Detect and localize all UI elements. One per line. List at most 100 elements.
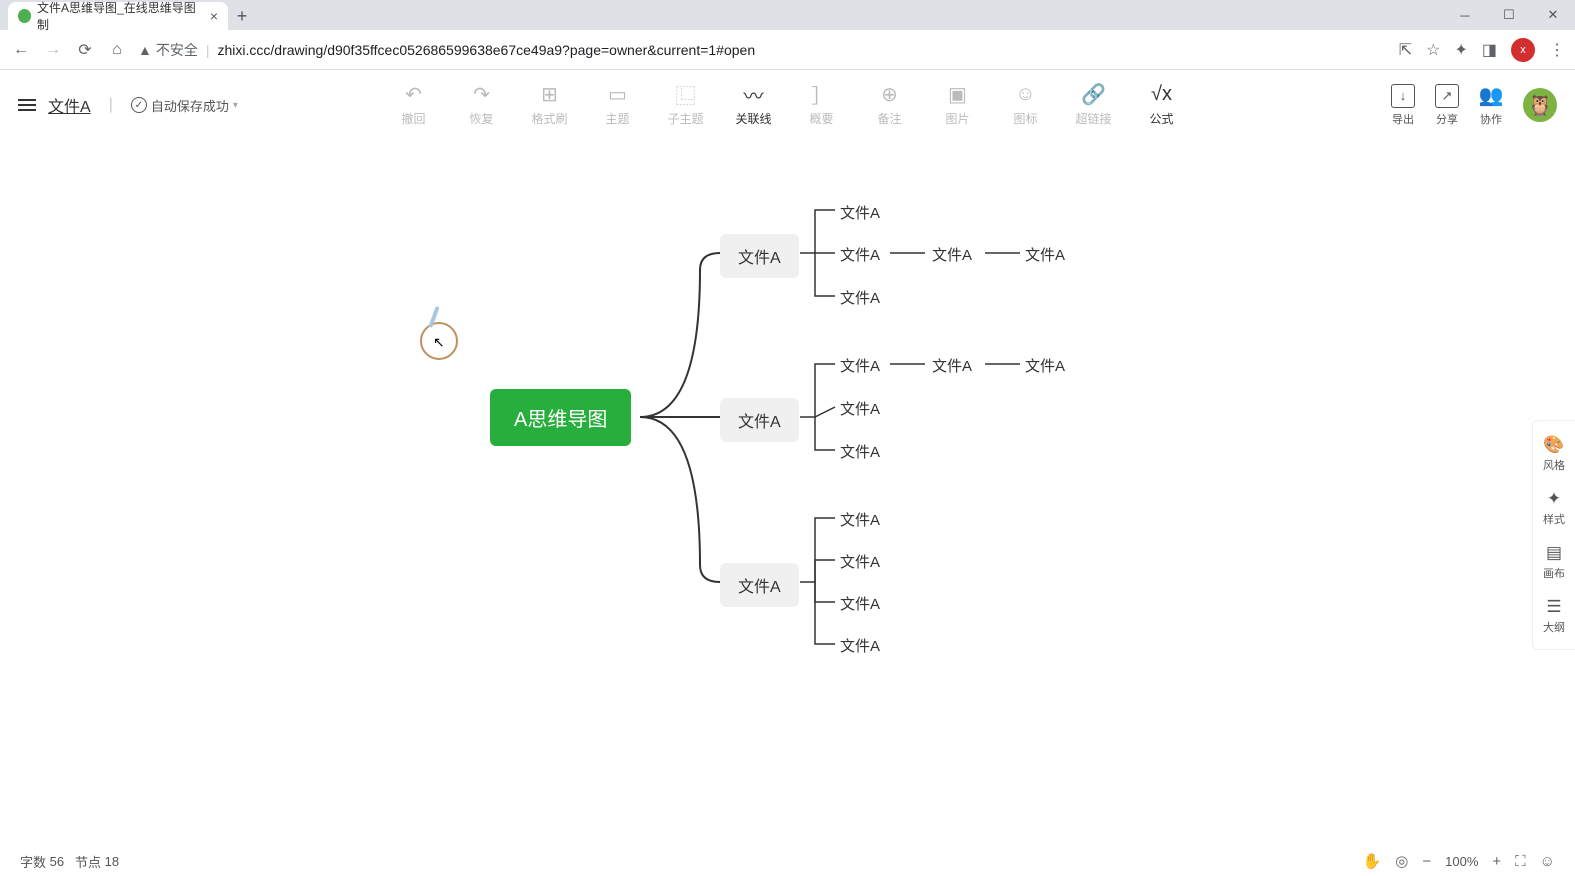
file-name[interactable]: 文件A: [48, 93, 91, 117]
sparkle-icon: ✦: [1547, 489, 1561, 509]
topic-icon: ▭: [608, 84, 627, 106]
user-avatar[interactable]: 🦉: [1523, 88, 1557, 122]
bookmark-icon[interactable]: ☆: [1426, 40, 1440, 60]
pointer-icon: ↖: [433, 334, 445, 351]
security-warning: ▲ 不安全: [138, 40, 198, 60]
palette-icon: 🎨: [1543, 435, 1564, 455]
summary-button[interactable]: ］概要: [800, 84, 844, 127]
outline-panel-button[interactable]: ☰大纲: [1533, 589, 1575, 643]
forward-button[interactable]: →: [42, 39, 64, 61]
close-tab-icon[interactable]: ×: [210, 8, 218, 24]
zoom-in-button[interactable]: +: [1492, 853, 1501, 870]
redo-button[interactable]: ↷恢复: [460, 84, 504, 127]
child-node[interactable]: 文件A: [1025, 355, 1065, 376]
hand-tool-button[interactable]: ✋: [1363, 852, 1382, 870]
topic-button[interactable]: ▭主题: [596, 84, 640, 127]
redo-icon: ↷: [473, 84, 490, 106]
layout-icon: ▤: [1546, 543, 1562, 563]
child-node[interactable]: 文件A: [840, 635, 880, 656]
undo-button[interactable]: ↶撤回: [392, 84, 436, 127]
menu-icon[interactable]: ⋮: [1549, 40, 1565, 60]
reload-button[interactable]: ⟳: [74, 39, 96, 61]
summary-icon: ］: [812, 84, 832, 106]
main-node-1[interactable]: 文件A: [720, 234, 799, 278]
formula-button[interactable]: √x公式: [1140, 84, 1184, 127]
collaborate-button[interactable]: 👥协作: [1479, 84, 1503, 127]
child-node[interactable]: 文件A: [1025, 244, 1065, 265]
node-count-label: 节点: [75, 852, 101, 871]
child-node[interactable]: 文件A: [840, 551, 880, 572]
child-node[interactable]: 文件A: [840, 202, 880, 223]
relation-button[interactable]: 〰关联线: [732, 84, 776, 127]
zoom-level: 100%: [1445, 854, 1478, 869]
child-node[interactable]: 文件A: [932, 355, 972, 376]
extensions-icon[interactable]: ✦: [1454, 40, 1467, 60]
relation-icon: 〰: [744, 84, 764, 106]
people-icon: 👥: [1479, 84, 1503, 108]
brush-icon: ⊞: [541, 84, 558, 106]
browser-tab[interactable]: 文件A思维导图_在线思维导图制 ×: [8, 2, 228, 30]
note-icon: ⊕: [881, 84, 898, 106]
icon-button[interactable]: ☺图标: [1004, 84, 1048, 127]
node-count-value: 18: [105, 854, 119, 869]
child-node[interactable]: 文件A: [840, 593, 880, 614]
chevron-down-icon: ▾: [233, 100, 238, 111]
target-button[interactable]: ◎: [1395, 852, 1408, 870]
link-button[interactable]: 🔗超链接: [1072, 84, 1116, 127]
mindmap-connectors: [0, 140, 1200, 840]
save-status[interactable]: ✓ 自动保存成功 ▾: [131, 96, 238, 115]
share-button[interactable]: ↗分享: [1435, 84, 1459, 127]
share-icon: ↗: [1435, 84, 1459, 108]
help-button[interactable]: ☺: [1540, 853, 1555, 870]
back-button[interactable]: ←: [10, 39, 32, 61]
window-maximize-button[interactable]: ☐: [1487, 0, 1531, 30]
separator: |: [109, 96, 113, 114]
check-icon: ✓: [131, 97, 147, 113]
download-icon: ↓: [1391, 84, 1415, 108]
image-button[interactable]: ▣图片: [936, 84, 980, 127]
undo-icon: ↶: [405, 84, 422, 106]
child-node[interactable]: 文件A: [840, 287, 880, 308]
share-page-icon[interactable]: ⇱: [1399, 40, 1412, 60]
note-button[interactable]: ⊕备注: [868, 84, 912, 127]
fit-button[interactable]: ⛶: [1515, 853, 1526, 870]
mindmap-canvas[interactable]: A思维导图 文件A 文件A 文件A 文件A 文件A 文件A 文件A 文件A 文件…: [0, 140, 1575, 846]
child-node[interactable]: 文件A: [840, 509, 880, 530]
child-node[interactable]: 文件A: [840, 398, 880, 419]
cursor-marker: ↖: [420, 322, 458, 360]
smiley-icon: ☺: [1015, 84, 1035, 106]
child-node[interactable]: 文件A: [840, 355, 880, 376]
root-node[interactable]: A思维导图: [490, 389, 631, 446]
canvas-panel-button[interactable]: ▤画布: [1533, 535, 1575, 589]
favicon-icon: [18, 9, 31, 23]
window-minimize-button[interactable]: ─: [1443, 0, 1487, 30]
home-button[interactable]: ⌂: [106, 39, 128, 61]
child-node[interactable]: 文件A: [840, 244, 880, 265]
formula-icon: √x: [1151, 84, 1172, 106]
list-icon: ☰: [1546, 597, 1561, 617]
right-sidebar: 🎨风格 ✦样式 ▤画布 ☰大纲: [1532, 420, 1575, 650]
main-node-3[interactable]: 文件A: [720, 563, 799, 607]
subtopic-icon: ⿺: [676, 84, 696, 106]
zoom-out-button[interactable]: −: [1422, 853, 1431, 870]
address-bar[interactable]: ▲ 不安全 | zhixi.ccc/drawing/d90f35ffcec052…: [138, 40, 1389, 60]
profile-avatar[interactable]: x: [1511, 38, 1535, 62]
subtopic-button[interactable]: ⿺子主题: [664, 84, 708, 127]
image-icon: ▣: [948, 84, 967, 106]
new-tab-button[interactable]: +: [228, 2, 256, 30]
sidepanel-icon[interactable]: ◨: [1482, 40, 1497, 60]
format-brush-button[interactable]: ⊞格式刷: [528, 84, 572, 127]
main-node-2[interactable]: 文件A: [720, 398, 799, 442]
child-node[interactable]: 文件A: [840, 441, 880, 462]
tab-title: 文件A思维导图_在线思维导图制: [37, 0, 196, 33]
format-panel-button[interactable]: ✦样式: [1533, 481, 1575, 535]
export-button[interactable]: ↓导出: [1391, 84, 1415, 127]
link-icon: 🔗: [1081, 84, 1106, 106]
separator: |: [206, 42, 210, 58]
hamburger-menu-button[interactable]: [18, 99, 36, 111]
style-panel-button[interactable]: 🎨风格: [1533, 427, 1575, 481]
window-close-button[interactable]: ✕: [1531, 0, 1575, 30]
child-node[interactable]: 文件A: [932, 244, 972, 265]
url-text: zhixi.ccc/drawing/d90f35ffcec05268659963…: [218, 42, 756, 58]
word-count-value: 56: [50, 854, 64, 869]
